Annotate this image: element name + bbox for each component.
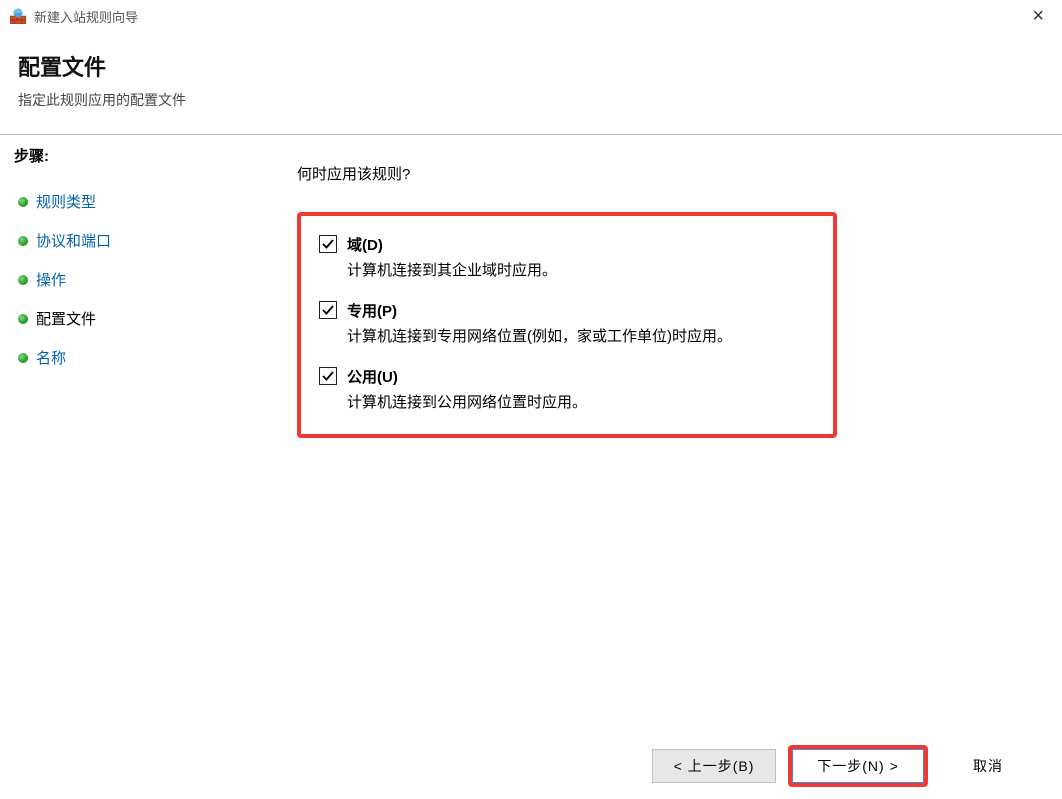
steps-heading: 步骤:: [14, 145, 255, 166]
checkbox-desc-private: 计算机连接到专用网络位置(例如，家或工作单位)时应用。: [347, 325, 815, 346]
profile-options-highlight: 域(D) 计算机连接到其企业域时应用。 专用(P) 计算机连接到专用网络位置(例…: [297, 212, 837, 438]
sidebar-item-name[interactable]: 名称: [14, 338, 255, 377]
firewall-icon: [10, 8, 26, 24]
wizard-header: 配置文件 指定此规则应用的配置文件: [0, 32, 1062, 134]
checkbox-public[interactable]: [319, 367, 337, 385]
sidebar-item-rule-type[interactable]: 规则类型: [14, 182, 255, 221]
checkbox-label-domain: 域(D): [347, 234, 383, 255]
titlebar: 新建入站规则向导 ×: [0, 0, 1062, 32]
checkbox-private[interactable]: [319, 301, 337, 319]
wizard-content: 何时应用该规则? 域(D) 计算机连接到其企业域时应用。 专用(P): [255, 135, 1062, 745]
step-label: 配置文件: [36, 308, 96, 329]
close-icon[interactable]: ×: [1024, 5, 1052, 28]
step-label: 协议和端口: [36, 230, 111, 251]
window-title: 新建入站规则向导: [34, 7, 138, 26]
step-label: 操作: [36, 269, 66, 290]
profile-option-private: 专用(P) 计算机连接到专用网络位置(例如，家或工作单位)时应用。: [319, 300, 815, 346]
sidebar-item-profile[interactable]: 配置文件: [14, 299, 255, 338]
sidebar-item-protocol-port[interactable]: 协议和端口: [14, 221, 255, 260]
step-label: 名称: [36, 347, 66, 368]
checkbox-label-public: 公用(U): [347, 366, 398, 387]
page-title: 配置文件: [18, 50, 1044, 82]
step-bullet-icon: [18, 197, 28, 207]
checkbox-label-private: 专用(P): [347, 300, 397, 321]
checkbox-desc-public: 计算机连接到公用网络位置时应用。: [347, 391, 815, 412]
back-button[interactable]: < 上一步(B): [652, 749, 776, 783]
wizard-footer: < 上一步(B) 下一步(N) > 取消: [652, 745, 1036, 787]
step-bullet-icon: [18, 314, 28, 324]
sidebar-item-action[interactable]: 操作: [14, 260, 255, 299]
page-subtitle: 指定此规则应用的配置文件: [18, 90, 1044, 110]
steps-sidebar: 步骤: 规则类型 协议和端口 操作 配置文件 名称: [0, 135, 255, 745]
step-bullet-icon: [18, 275, 28, 285]
checkbox-domain[interactable]: [319, 235, 337, 253]
profile-option-domain: 域(D) 计算机连接到其企业域时应用。: [319, 234, 815, 280]
step-bullet-icon: [18, 353, 28, 363]
next-button[interactable]: 下一步(N) >: [788, 745, 928, 787]
step-bullet-icon: [18, 236, 28, 246]
step-label: 规则类型: [36, 191, 96, 212]
cancel-button[interactable]: 取消: [940, 749, 1036, 783]
checkbox-desc-domain: 计算机连接到其企业域时应用。: [347, 259, 815, 280]
profile-option-public: 公用(U) 计算机连接到公用网络位置时应用。: [319, 366, 815, 412]
profile-question: 何时应用该规则?: [297, 163, 1020, 184]
